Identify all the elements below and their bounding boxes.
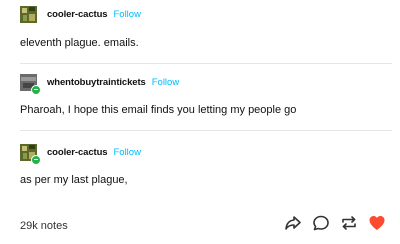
post-actions [274, 214, 386, 232]
follow-button[interactable]: Follow [152, 77, 179, 88]
username[interactable]: cooler-cactus [47, 147, 108, 158]
avatar[interactable] [20, 143, 41, 165]
avatar[interactable] [20, 73, 41, 95]
post-header: cooler-cactus Follow [20, 4, 141, 24]
avatar[interactable] [20, 5, 37, 23]
post-header: cooler-cactus Follow [20, 142, 141, 165]
post-text: Pharoah, I hope this email finds you let… [20, 104, 297, 116]
badge-icon [31, 154, 41, 165]
share-icon[interactable] [284, 214, 302, 232]
badge-icon [31, 84, 41, 95]
username[interactable]: whentobuytraintickets [47, 77, 146, 88]
username[interactable]: cooler-cactus [47, 9, 108, 20]
post-text: eleventh plague. emails. [20, 37, 139, 49]
post-header: whentobuytraintickets Follow [20, 72, 179, 95]
notes-count[interactable]: 29k notes [20, 220, 68, 232]
reply-icon[interactable] [312, 214, 330, 232]
divider [20, 130, 392, 131]
follow-button[interactable]: Follow [113, 147, 140, 158]
post-text: as per my last plague, [20, 174, 128, 186]
reblog-icon[interactable] [340, 214, 358, 232]
like-icon[interactable] [368, 214, 386, 232]
divider [20, 63, 392, 64]
follow-button[interactable]: Follow [113, 9, 140, 20]
